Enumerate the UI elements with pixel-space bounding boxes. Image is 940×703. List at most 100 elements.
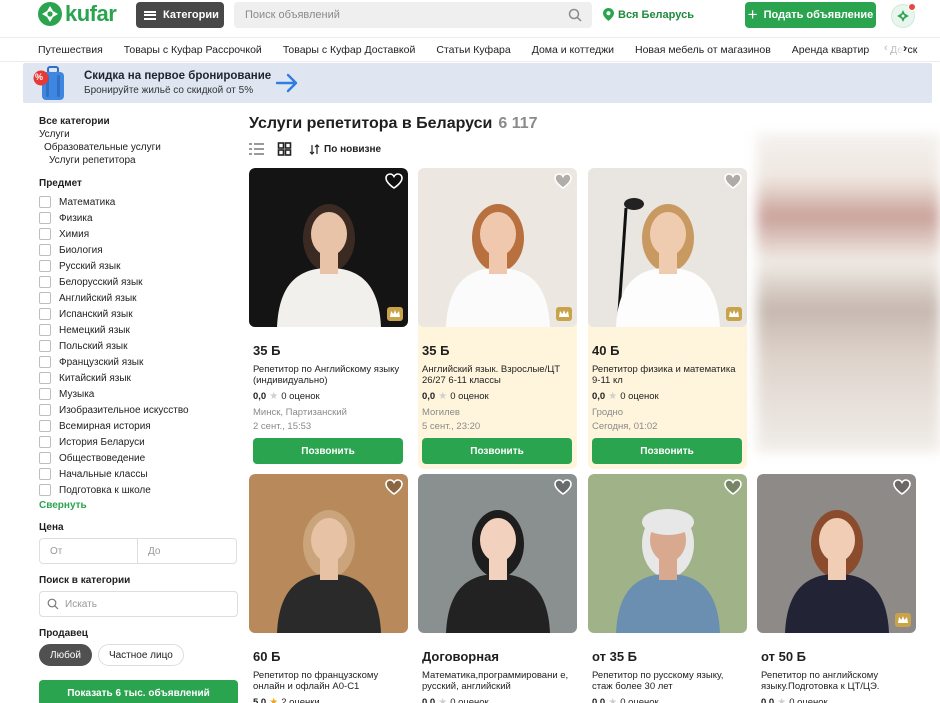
listing-photo-frame[interactable] — [418, 474, 577, 633]
call-button[interactable]: Позвонить — [422, 438, 572, 464]
nav-item[interactable]: Аренда квартир — [792, 44, 869, 56]
listing-title[interactable]: Математика,программировани е, русский, а… — [422, 670, 572, 692]
search-input[interactable] — [234, 9, 554, 21]
subject-checkbox-row[interactable]: Немецкий язык — [39, 322, 239, 338]
checkbox[interactable] — [39, 244, 51, 256]
listing-card[interactable]: 60 Б Репетитор по французскому онлайн и о… — [249, 474, 408, 703]
seller-private-button[interactable]: Частное лицо — [97, 644, 184, 666]
checkbox[interactable] — [39, 452, 51, 464]
heart-icon[interactable] — [385, 479, 403, 495]
checkbox[interactable] — [39, 436, 51, 448]
crumb-tutor-services[interactable]: Услуги репетитора — [39, 154, 239, 167]
subject-checkbox-row[interactable]: Французский язык — [39, 354, 239, 370]
listing-title[interactable]: Репетитор по русскому языку, стаж более … — [592, 670, 742, 692]
collapse-link[interactable]: Свернуть — [39, 500, 239, 511]
subject-checkbox-row[interactable]: Биология — [39, 242, 239, 258]
nav-item[interactable]: Новая мебель от магазинов — [635, 44, 771, 56]
grid-view-icon[interactable] — [277, 142, 292, 156]
listing-title[interactable]: Репетитор по Английскому языку (индивиду… — [253, 364, 403, 386]
checkbox[interactable] — [39, 484, 51, 496]
checkbox[interactable] — [39, 276, 51, 288]
search-icon[interactable] — [568, 8, 582, 22]
heart-icon[interactable] — [385, 173, 403, 189]
subject-checkbox-row[interactable]: Обществоведение — [39, 450, 239, 466]
sort-dropdown[interactable]: По новизне — [309, 144, 381, 155]
subject-checkbox-row[interactable]: Польский язык — [39, 338, 239, 354]
region-selector[interactable]: Вся Беларусь — [603, 8, 694, 21]
checkbox[interactable] — [39, 340, 51, 352]
list-view-icon[interactable] — [249, 142, 264, 156]
checkbox[interactable] — [39, 372, 51, 384]
subject-checkbox-row[interactable]: Белорусский язык — [39, 274, 239, 290]
nav-item[interactable]: Статьи Куфара — [436, 44, 510, 56]
show-results-button[interactable]: Показать 6 тыс. объявлений — [39, 680, 238, 703]
subject-checkbox-row[interactable]: Английский язык — [39, 290, 239, 306]
seller-any-button[interactable]: Любой — [39, 644, 92, 666]
heart-icon[interactable] — [554, 479, 572, 495]
listing-title[interactable]: Репетитор физика и математика 9-11 кл — [592, 364, 742, 386]
call-button[interactable]: Позвонить — [592, 438, 742, 464]
crumb-all-categories[interactable]: Все категории — [39, 115, 239, 128]
listing-photo-frame[interactable] — [249, 474, 408, 633]
nav-item[interactable]: Дома и коттеджи — [532, 44, 614, 56]
subject-checkbox-row[interactable]: Математика — [39, 194, 239, 210]
heart-icon[interactable] — [724, 173, 742, 189]
category-search-input[interactable] — [40, 598, 230, 610]
listing-card[interactable]: 35 Б Английский язык. Взрослые/ЦТ 26/27 6… — [418, 168, 577, 469]
listing-photo-frame[interactable] — [249, 168, 408, 327]
chevron-left-icon[interactable]: ‹ — [884, 42, 888, 54]
checkbox[interactable] — [39, 308, 51, 320]
listing-photo-frame[interactable] — [588, 168, 747, 327]
price-to-input[interactable] — [138, 538, 237, 564]
kufar-logo[interactable]: kufar — [38, 2, 117, 26]
listing-title[interactable]: Репетитор по французскому онлайн и офлай… — [253, 670, 403, 692]
checkbox[interactable] — [39, 420, 51, 432]
subject-checkbox-row[interactable]: Химия — [39, 226, 239, 242]
post-ad-button[interactable]: + Подать объявление — [745, 2, 876, 28]
subject-checkbox-row[interactable]: Музыка — [39, 386, 239, 402]
subject-checkbox-row[interactable]: Изобразительное искусство — [39, 402, 239, 418]
listing-photo-frame[interactable] — [588, 474, 747, 633]
nav-item[interactable]: Товары с Куфар Рассрочкой — [124, 44, 262, 56]
crumb-services[interactable]: Услуги — [39, 128, 239, 141]
call-button[interactable]: Позвонить — [253, 438, 403, 464]
checkbox[interactable] — [39, 196, 51, 208]
listing-card[interactable]: 35 Б Репетитор по Английскому языку (инди… — [249, 168, 408, 469]
checkbox[interactable] — [39, 468, 51, 480]
user-avatar[interactable] — [891, 3, 916, 28]
listing-photo-frame[interactable] — [757, 474, 916, 633]
crumb-education[interactable]: Образовательные услуги — [39, 141, 239, 154]
listing-card[interactable]: от 50 Б Репетитор по английскому языку.По… — [757, 474, 916, 703]
listing-title[interactable]: Репетитор по английскому языку.Подготовк… — [761, 670, 911, 692]
blurred-advertisement[interactable] — [757, 134, 940, 452]
subject-checkbox-row[interactable]: Русский язык — [39, 258, 239, 274]
subject-checkbox-row[interactable]: Физика — [39, 210, 239, 226]
listing-card[interactable]: Договорная Математика,программировани е, … — [418, 474, 577, 703]
listing-card[interactable]: 40 Б Репетитор физика и математика 9-11 к… — [588, 168, 747, 469]
heart-icon[interactable] — [554, 173, 572, 189]
heart-icon[interactable] — [893, 479, 911, 495]
promo-banner[interactable]: % Скидка на первое бронирование Бронируй… — [23, 63, 932, 103]
listing-photo-frame[interactable] — [418, 168, 577, 327]
checkbox[interactable] — [39, 260, 51, 272]
checkbox[interactable] — [39, 404, 51, 416]
subject-checkbox-row[interactable]: Начальные классы — [39, 466, 239, 482]
checkbox[interactable] — [39, 324, 51, 336]
heart-icon[interactable] — [724, 479, 742, 495]
subject-checkbox-row[interactable]: История Беларуси — [39, 434, 239, 450]
checkbox[interactable] — [39, 388, 51, 400]
chevron-right-icon[interactable]: › — [903, 41, 907, 55]
nav-item[interactable]: Путешествия — [38, 44, 103, 56]
nav-item[interactable]: Товары с Куфар Доставкой — [283, 44, 416, 56]
subject-checkbox-row[interactable]: Испанский язык — [39, 306, 239, 322]
checkbox[interactable] — [39, 356, 51, 368]
checkbox[interactable] — [39, 292, 51, 304]
subject-checkbox-row[interactable]: Всемирная история — [39, 418, 239, 434]
price-from-input[interactable] — [39, 538, 138, 564]
listing-title[interactable]: Английский язык. Взрослые/ЦТ 26/27 6-11 … — [422, 364, 572, 386]
checkbox[interactable] — [39, 212, 51, 224]
checkbox[interactable] — [39, 228, 51, 240]
listing-card[interactable]: от 35 Б Репетитор по русскому языку, стаж… — [588, 474, 747, 703]
subject-checkbox-row[interactable]: Подготовка к школе — [39, 482, 239, 498]
subject-checkbox-row[interactable]: Китайский язык — [39, 370, 239, 386]
